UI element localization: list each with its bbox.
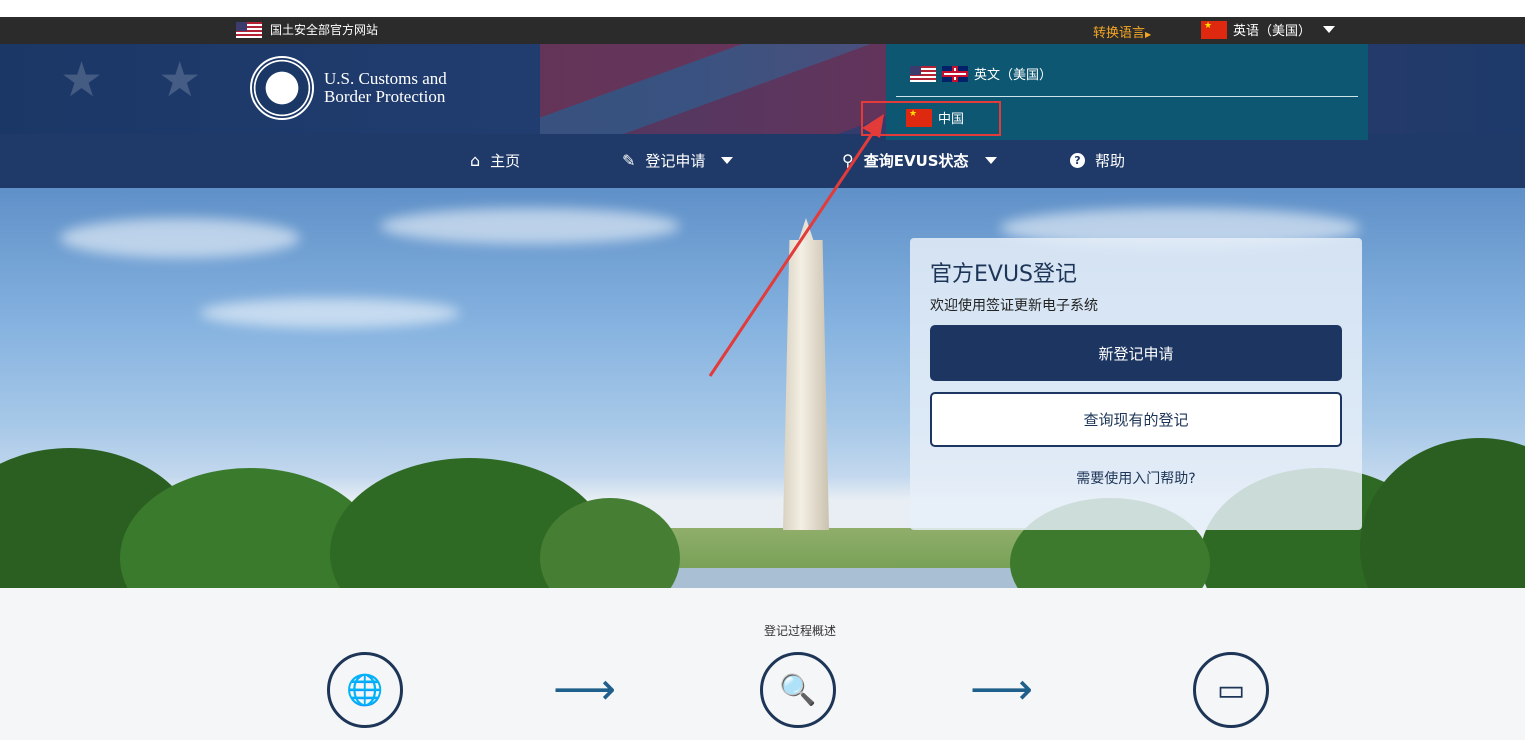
nav-help[interactable]: ? 帮助 xyxy=(1070,150,1125,171)
step-payment: ▭ xyxy=(1193,652,1269,728)
switch-language-text: 转换语言 xyxy=(1093,26,1146,41)
getting-started-help-link[interactable]: 需要使用入门帮助? xyxy=(910,468,1362,488)
nav-home[interactable]: ⌂ 主页 xyxy=(470,150,520,171)
switch-language-label: 转换语言▶ xyxy=(1093,22,1151,41)
dhs-seal-icon xyxy=(250,56,314,120)
home-icon: ⌂ xyxy=(470,151,481,170)
tree xyxy=(1360,438,1525,588)
chevron-down-icon xyxy=(721,157,734,164)
agency-name: U.S. Customs and Border Protection xyxy=(324,70,447,106)
cloud-decoration xyxy=(60,218,300,258)
language-option-english-label: 英文（美国） xyxy=(974,68,1053,83)
annotation-highlight-box xyxy=(861,101,1001,136)
help-icon: ? xyxy=(1070,153,1085,168)
cloud-decoration xyxy=(200,298,460,328)
cbp-logo[interactable]: U.S. Customs and Border Protection xyxy=(250,56,447,120)
card-title: 官方EVUS登记 xyxy=(930,262,1078,287)
official-site-label: 国土安全部官方网站 xyxy=(270,23,379,37)
check-existing-button[interactable]: 查询现有的登记 xyxy=(930,392,1342,447)
top-utility-bar: 国土安全部官方网站 转换语言▶ 英语（美国） xyxy=(0,17,1525,44)
process-overview: 登记过程概述 🌐 ⟶ 🔍 ⟶ ▭ xyxy=(0,588,1525,740)
search-icon: ⚲ xyxy=(842,151,854,170)
credit-card-icon: ▭ xyxy=(1216,672,1246,708)
stars-decoration: ★ ★ xyxy=(60,52,222,108)
us-flag-icon xyxy=(910,65,936,82)
nav-register-label: 登记申请 xyxy=(645,152,706,170)
new-registration-button[interactable]: 新登记申请 xyxy=(930,325,1342,381)
step-review: 🔍 xyxy=(760,652,836,728)
process-title: 登记过程概述 xyxy=(763,624,836,638)
passport-icon: 🌐 xyxy=(346,672,384,708)
dropdown-divider xyxy=(896,96,1358,97)
agency-name-line1: U.S. Customs and xyxy=(324,69,447,88)
process-arrow-icon: ⟶ xyxy=(970,664,1034,715)
main-nav: ⌂ 主页 ✎ 登记申请 ⚲ 查询EVUS状态 ? 帮助 xyxy=(0,134,1525,188)
step-passport: 🌐 xyxy=(327,652,403,728)
nav-home-label: 主页 xyxy=(490,152,521,170)
language-selector[interactable]: 英语（美国） xyxy=(1201,20,1336,39)
chevron-down-icon xyxy=(1323,26,1336,33)
registration-card: 官方EVUS登记 欢迎使用签证更新电子系统 新登记申请 查询现有的登记 需要使用… xyxy=(910,238,1362,530)
agency-name-line2: Border Protection xyxy=(324,87,446,106)
cloud-decoration xyxy=(380,208,680,244)
language-option-english[interactable]: 英文（美国） xyxy=(910,64,1052,83)
edit-icon: ✎ xyxy=(622,151,636,170)
current-language-label: 英语（美国） xyxy=(1233,24,1312,39)
china-flag-icon xyxy=(1201,20,1227,39)
chevron-down-icon xyxy=(984,157,997,164)
nav-register[interactable]: ✎ 登记申请 xyxy=(622,150,734,171)
document-search-icon: 🔍 xyxy=(779,672,817,708)
nav-check-status[interactable]: ⚲ 查询EVUS状态 xyxy=(842,150,997,171)
nav-check-status-label: 查询EVUS状态 xyxy=(863,152,969,170)
us-flag-icon xyxy=(236,21,262,38)
monument-tip xyxy=(798,218,814,242)
uk-flag-icon xyxy=(942,65,968,82)
caret-right-icon: ▶ xyxy=(1145,30,1152,39)
nav-help-label: 帮助 xyxy=(1095,152,1126,170)
official-site-link[interactable]: 国土安全部官方网站 xyxy=(236,21,378,38)
process-arrow-icon: ⟶ xyxy=(553,664,617,715)
card-subtitle: 欢迎使用签证更新电子系统 xyxy=(930,298,1098,314)
